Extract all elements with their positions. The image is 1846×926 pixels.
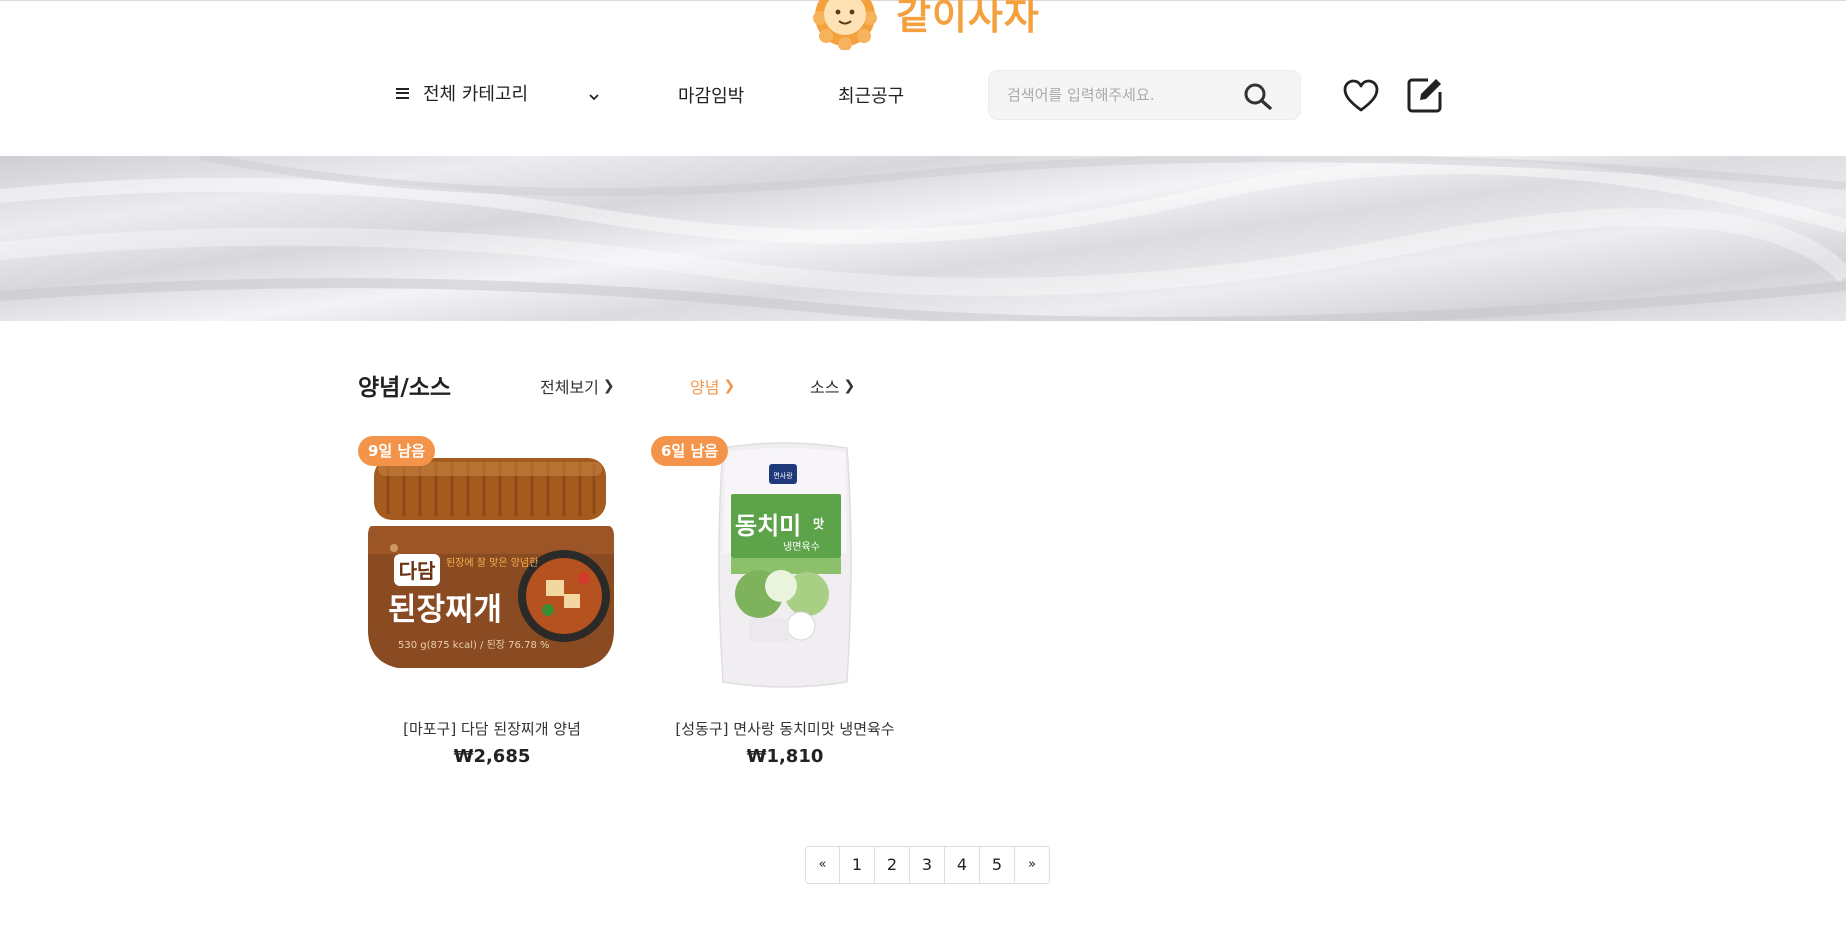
product-name[interactable]: [성동구] 면사랑 동치미맛 냉면육수 (651, 718, 919, 739)
pagination-page-3[interactable]: 3 (910, 847, 945, 883)
pagination-prev-button[interactable]: « (806, 847, 840, 883)
fabric-texture (0, 156, 1846, 321)
pagination-next-button[interactable]: » (1015, 847, 1049, 883)
brand-name: 같이사자 (896, 0, 1040, 38)
pagination-page-2[interactable]: 2 (875, 847, 910, 883)
chevron-down-icon[interactable] (588, 86, 600, 105)
product-image-title: 동치미 (735, 512, 801, 540)
product-image-title: 된장찌개 (388, 592, 502, 628)
product-image-subtitle: 냉면육수 (783, 541, 820, 553)
product-price: ₩2,685 (453, 746, 531, 767)
product-image-net: 530 g(875 kcal) / 된장 76.78 % (398, 639, 550, 651)
product-image[interactable]: 면사랑 동치미 맛 냉면육수 (651, 434, 919, 696)
deadline-badge: 9일 남음 (358, 436, 436, 466)
subcategory-sauce[interactable]: 소스 ❯ (810, 374, 855, 398)
pagination-page-4[interactable]: 4 (945, 847, 980, 883)
product-image[interactable]: 다담 된장에 잘 맞은 양념한 된장찌개 530 g(875 kcal) / 된… (358, 434, 626, 696)
product-image-brand: 면사랑 (773, 471, 793, 480)
product-image-brand: 다담 (399, 559, 436, 583)
pagination-page-5[interactable]: 5 (980, 847, 1015, 883)
main-nav: 전체 카테고리 마감임박 최근공구 (0, 68, 1846, 124)
brand-logo[interactable]: 같이사자 (812, 0, 1040, 51)
nav-link-recent-group-buy[interactable]: 최근공구 (838, 82, 904, 108)
pagination: « 1 2 3 4 5 » (805, 846, 1050, 884)
subcategory-all[interactable]: 전체보기 ❯ (540, 374, 615, 398)
product-card[interactable]: 9일 남음 다담 된장에 잘 맞은 양념한 된장찌개 530 g(875 kca… (358, 434, 626, 774)
product-image-tagline: 된장에 잘 맞은 양념한 (446, 557, 538, 569)
product-name[interactable]: [마포구] 다담 된장찌개 양념 (358, 718, 626, 739)
edit-icon[interactable] (1406, 76, 1444, 114)
section-title: 양념/소스 (358, 375, 452, 401)
nav-link-closing-soon[interactable]: 마감임박 (678, 82, 744, 108)
product-card[interactable]: 6일 남음 면사랑 동치미 맛 냉면육수 [성동구] 면사랑 동치미맛 냉면육수… (651, 434, 919, 774)
chevron-right-icon: ❯ (843, 378, 856, 394)
chevron-right-icon: ❯ (602, 378, 615, 394)
subcategory-seasoning[interactable]: 양념 ❯ (690, 374, 735, 398)
product-price: ₩1,810 (746, 746, 824, 767)
lion-face-icon (812, 0, 878, 51)
pagination-page-1[interactable]: 1 (840, 847, 875, 883)
subcategory-seasoning-label: 양념 (690, 378, 720, 397)
heart-icon[interactable] (1342, 78, 1380, 114)
deadline-badge: 6일 남음 (651, 436, 729, 466)
product-image-title-suffix: 맛 (813, 517, 824, 531)
search-icon[interactable] (1243, 82, 1273, 110)
hamburger-icon (396, 87, 409, 99)
search-input[interactable] (1007, 71, 1227, 119)
all-categories-label: 전체 카테고리 (423, 84, 529, 105)
hero-banner (0, 156, 1846, 321)
search-bar (988, 70, 1301, 120)
subcategory-all-label: 전체보기 (540, 378, 599, 397)
all-categories-button[interactable]: 전체 카테고리 (396, 80, 528, 106)
chevron-right-icon: ❯ (723, 378, 736, 394)
subcategory-sauce-label: 소스 (810, 378, 840, 397)
